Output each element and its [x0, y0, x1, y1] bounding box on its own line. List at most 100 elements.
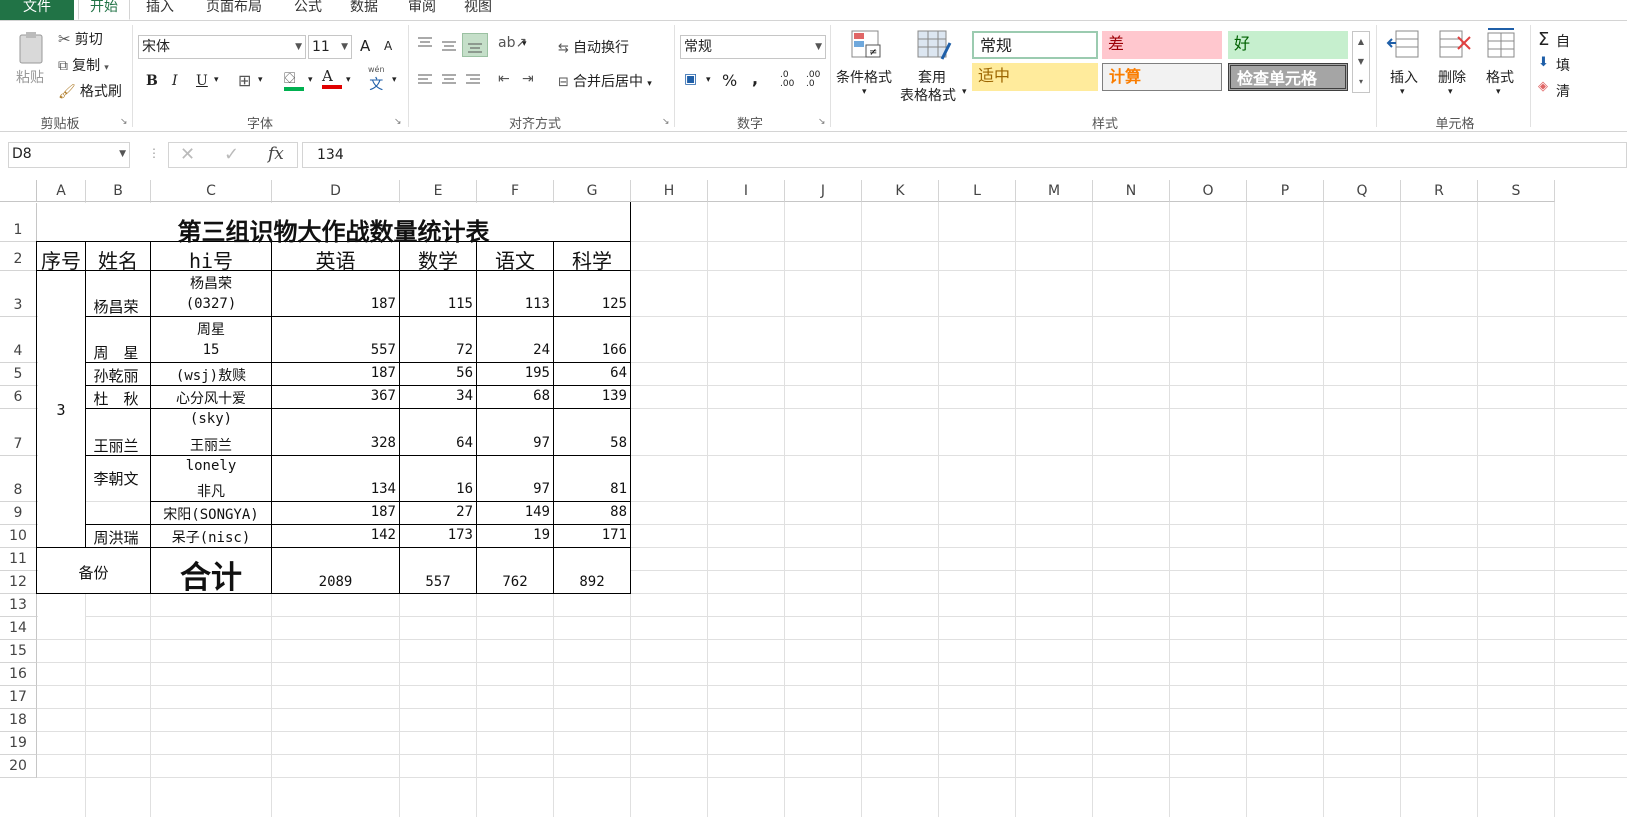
paste-icon[interactable] — [14, 29, 48, 65]
record-math[interactable]: 16 — [400, 481, 473, 497]
style-normal[interactable]: 常规 — [972, 31, 1098, 59]
row-header-20[interactable]: 20 — [0, 755, 37, 778]
chevron-down-icon[interactable]: ▾ — [522, 39, 527, 49]
row-header-14[interactable]: 14 — [0, 617, 37, 640]
row-header-15[interactable]: 15 — [0, 640, 37, 663]
row-header-7[interactable]: 7 — [0, 409, 37, 456]
column-header-q[interactable]: Q — [1324, 180, 1401, 202]
column-header-c[interactable]: C — [151, 180, 272, 202]
italic-button[interactable]: I — [172, 73, 178, 89]
record-cn[interactable]: 68 — [477, 388, 550, 404]
tab-home[interactable]: 开始 — [78, 0, 130, 20]
record-hi-line1[interactable]: lonely — [151, 458, 271, 474]
format-as-table-button[interactable]: 套用 — [918, 67, 946, 87]
decrease-decimal-button[interactable]: .00.0 — [806, 71, 820, 89]
conditional-format-button[interactable]: 条件格式 — [836, 67, 892, 87]
record-sci[interactable]: 58 — [554, 435, 627, 451]
record-cn[interactable]: 195 — [477, 365, 550, 381]
percent-button[interactable]: % — [722, 71, 737, 90]
record-math[interactable]: 56 — [400, 365, 473, 381]
row-header-12[interactable]: 12 — [0, 571, 37, 594]
header-english[interactable]: 英语 — [272, 245, 399, 274]
header-name[interactable]: 姓名 — [86, 245, 150, 274]
dialog-launcher-icon[interactable]: ↘ — [818, 117, 826, 127]
delete-button[interactable]: 删除 — [1438, 67, 1466, 87]
record-cn[interactable]: 24 — [477, 342, 550, 358]
align-top-icon[interactable] — [416, 35, 434, 55]
chevron-down-icon[interactable]: ▾ — [862, 87, 867, 97]
total-chinese[interactable]: 762 — [477, 574, 553, 590]
style-calculation[interactable]: 计算 — [1102, 63, 1222, 91]
record-cn[interactable]: 97 — [477, 435, 550, 451]
column-header-m[interactable]: M — [1016, 180, 1093, 202]
record-math[interactable]: 64 — [400, 435, 473, 451]
bold-button[interactable]: B — [146, 73, 158, 89]
row-header-17[interactable]: 17 — [0, 686, 37, 709]
row-header-13[interactable]: 13 — [0, 594, 37, 617]
column-header-k[interactable]: K — [862, 180, 939, 202]
column-header-g[interactable]: G — [554, 180, 631, 202]
column-header-f[interactable]: F — [477, 180, 554, 202]
record-en[interactable]: 187 — [272, 365, 396, 381]
record-cn[interactable]: 97 — [477, 481, 550, 497]
record-en[interactable]: 134 — [272, 481, 396, 497]
autosum-button[interactable]: 自 — [1556, 31, 1570, 51]
shrink-font-button[interactable]: A — [384, 39, 392, 53]
record-name[interactable]: 周 星 — [86, 342, 150, 363]
chevron-down-icon[interactable]: ▾ — [258, 75, 263, 85]
row-header-10[interactable]: 10 — [0, 525, 37, 548]
cancel-icon[interactable]: ✕ — [180, 144, 195, 165]
record-hi[interactable]: 心分风十爱 — [151, 388, 271, 408]
chevron-down-icon[interactable]: ▾ — [214, 75, 219, 85]
underline-button[interactable]: U — [196, 73, 208, 89]
remark-cell[interactable]: 备份 — [36, 562, 151, 583]
record-sci[interactable]: 81 — [554, 481, 627, 497]
chevron-down-icon[interactable]: ▾ — [392, 75, 397, 85]
row-header-3[interactable]: 3 — [0, 271, 37, 317]
insert-function-button[interactable]: fx — [268, 144, 284, 164]
borders-icon[interactable]: ⊞ — [238, 71, 251, 90]
formula-input[interactable]: 134 — [302, 142, 1627, 168]
chevron-down-icon[interactable]: ▾ — [1400, 87, 1405, 97]
column-header-d[interactable]: D — [272, 180, 400, 202]
style-neutral[interactable]: 适中 — [972, 63, 1098, 91]
record-name[interactable]: 周洪瑞 — [86, 527, 150, 548]
insert-cells-icon[interactable] — [1386, 27, 1422, 65]
header-chinese[interactable]: 语文 — [477, 245, 553, 274]
insert-button[interactable]: 插入 — [1390, 67, 1418, 87]
chevron-down-icon[interactable]: ▼ — [1353, 52, 1369, 72]
row-header-9[interactable]: 9 — [0, 502, 37, 525]
align-center-icon[interactable] — [440, 73, 458, 91]
fill-down-icon[interactable]: ⬇ — [1538, 55, 1549, 70]
record-name[interactable]: 李朝文 — [86, 468, 150, 489]
row-header-11[interactable]: 11 — [0, 548, 37, 571]
tab-review[interactable]: 审阅 — [400, 0, 444, 20]
increase-indent-icon[interactable]: ⇥ — [522, 71, 534, 87]
column-header-r[interactable]: R — [1401, 180, 1478, 202]
record-en[interactable]: 142 — [272, 527, 396, 543]
font-size-select[interactable]: 11 ▼ — [308, 35, 352, 59]
chevron-down-icon[interactable]: ▾ — [104, 63, 109, 73]
grow-font-button[interactable]: A — [360, 37, 370, 55]
column-header-p[interactable]: P — [1247, 180, 1324, 202]
increase-decimal-button[interactable]: .0.00 — [780, 71, 794, 89]
chevron-down-icon[interactable]: ▾ — [308, 75, 313, 85]
align-right-icon[interactable] — [464, 73, 482, 91]
record-sci[interactable]: 166 — [554, 342, 627, 358]
record-en[interactable]: 187 — [272, 504, 396, 520]
record-name[interactable]: 杨昌荣 — [86, 296, 150, 317]
column-header-b[interactable]: B — [86, 180, 151, 202]
cut-button[interactable]: ✂ 剪切 — [58, 29, 103, 49]
style-check-cell[interactable]: 检查单元格 — [1228, 63, 1348, 91]
record-sci[interactable]: 64 — [554, 365, 627, 381]
delete-cells-icon[interactable] — [1436, 27, 1472, 65]
confirm-icon[interactable]: ✓ — [224, 144, 239, 165]
total-science[interactable]: 892 — [554, 574, 630, 590]
row-header-16[interactable]: 16 — [0, 663, 37, 686]
align-left-icon[interactable] — [416, 73, 434, 91]
chevron-up-icon[interactable]: ▲ — [1353, 32, 1369, 52]
record-math[interactable]: 72 — [400, 342, 473, 358]
record-en[interactable]: 367 — [272, 388, 396, 404]
tab-file[interactable]: 文件 — [0, 0, 74, 20]
row-header-4[interactable]: 4 — [0, 317, 37, 363]
